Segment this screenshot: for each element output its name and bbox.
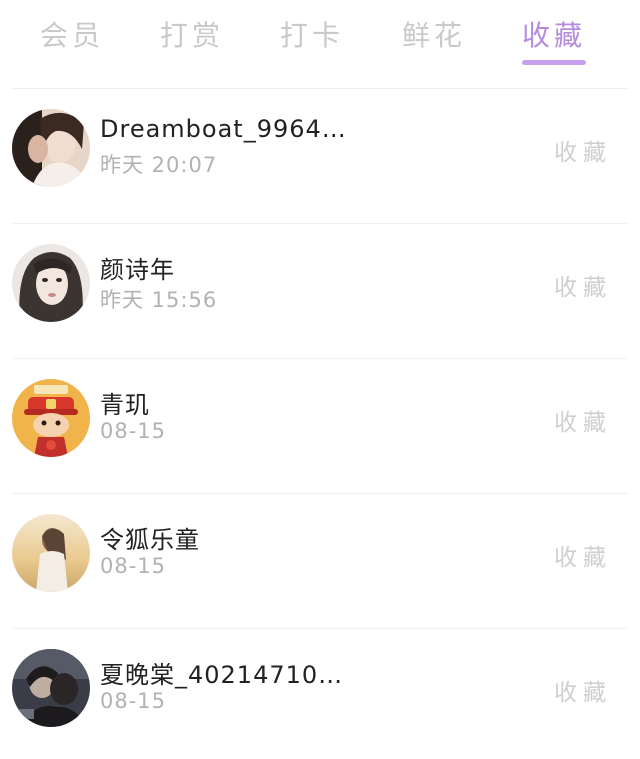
avatar[interactable] xyxy=(12,649,90,727)
tab-rewards[interactable]: 打赏 xyxy=(144,14,240,54)
list-item[interactable]: 青玑 08-15 收藏 xyxy=(0,359,640,494)
avatar-couple-dark-image xyxy=(12,649,90,727)
avatar[interactable] xyxy=(12,379,90,457)
user-name: 颜诗年 xyxy=(100,256,175,284)
avatar[interactable] xyxy=(12,244,90,322)
user-name: Dreamboat_9964396333 xyxy=(100,115,350,143)
list-item[interactable]: 颜诗年 昨天 15:56 收藏 xyxy=(0,224,640,359)
favorites-list: Dreamboat_9964396333 昨天 20:07 收藏 颜诗年 昨天 … xyxy=(0,89,640,759)
timestamp: 08-15 xyxy=(100,419,167,443)
avatar-cartoon-boy-image xyxy=(12,379,90,457)
user-name: 夏晚棠_4021471082… xyxy=(100,661,350,689)
avatar[interactable] xyxy=(12,514,90,592)
collection-page: 会员 打赏 打卡 鲜花 收藏 Dreamboat_9964396333 昨天 2… xyxy=(0,0,640,759)
list-item[interactable]: Dreamboat_9964396333 昨天 20:07 收藏 xyxy=(0,89,640,224)
favorite-button[interactable]: 收藏 xyxy=(554,268,612,302)
tab-favorites[interactable]: 收藏 xyxy=(506,14,602,54)
list-item[interactable]: 令狐乐童 08-15 收藏 xyxy=(0,494,640,629)
favorite-button[interactable]: 收藏 xyxy=(554,403,612,437)
avatar[interactable] xyxy=(12,109,90,187)
list-item[interactable]: 夏晚棠_4021471082… 08-15 收藏 xyxy=(0,629,640,759)
avatar-girl-sunset-image xyxy=(12,514,90,592)
favorite-button[interactable]: 收藏 xyxy=(554,538,612,572)
timestamp: 08-15 xyxy=(100,554,167,578)
favorite-button[interactable]: 收藏 xyxy=(554,673,612,707)
tab-members[interactable]: 会员 xyxy=(24,14,120,54)
tab-bar: 会员 打赏 打卡 鲜花 收藏 xyxy=(0,0,640,70)
active-tab-indicator xyxy=(522,60,586,65)
user-name: 青玑 xyxy=(100,391,150,419)
timestamp: 08-15 xyxy=(100,689,167,713)
tab-flowers[interactable]: 鲜花 xyxy=(386,14,482,54)
avatar-couple-image xyxy=(12,109,90,187)
tab-checkin[interactable]: 打卡 xyxy=(264,14,360,54)
avatar-woman-portrait-image xyxy=(12,244,90,322)
favorite-button[interactable]: 收藏 xyxy=(554,133,612,167)
user-name: 令狐乐童 xyxy=(100,526,200,554)
timestamp: 昨天 15:56 xyxy=(100,288,218,312)
timestamp: 昨天 20:07 xyxy=(100,153,218,177)
